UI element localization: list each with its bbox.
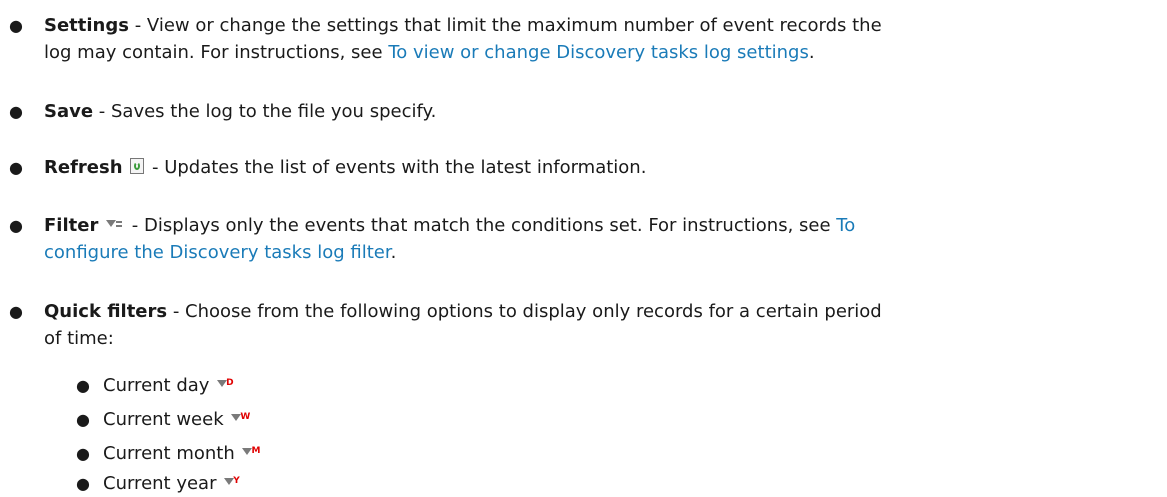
refresh-icon	[130, 158, 145, 174]
term-save: Save	[44, 101, 94, 122]
settings-instructions-text: log may contain. For instructions, see	[44, 42, 389, 63]
filter-icon	[104, 217, 126, 231]
quick-filter-label: Current year	[103, 473, 217, 494]
bullet: ●	[9, 216, 23, 235]
term-quick-filters: Quick filters	[44, 301, 168, 322]
period: .	[390, 242, 397, 263]
term-filter: Filter	[44, 215, 99, 236]
filter-instructions-link-start[interactable]: To	[836, 215, 855, 236]
quick-filters-description: - Choose from the following options to d…	[167, 301, 882, 322]
period: .	[808, 42, 815, 63]
save-description: - Saves the log to the file you specify.	[93, 101, 437, 122]
filter-instructions-link[interactable]: configure the Discovery tasks log filter	[44, 242, 391, 263]
bullet: ●	[76, 444, 90, 463]
quick-filters-description-cont: of time:	[44, 328, 114, 349]
term-refresh: Refresh	[44, 157, 123, 178]
refresh-description: - Updates the list of events with the la…	[146, 157, 647, 178]
term-settings: Settings	[44, 15, 129, 36]
settings-instructions-link[interactable]: To view or change Discovery tasks log se…	[388, 42, 809, 63]
quick-filter-label: Current week	[103, 409, 224, 430]
filter-description: - Displays only the events that match th…	[126, 215, 837, 236]
quick-filter-label: Current day	[103, 375, 210, 396]
quick-filter-week-icon: W	[229, 411, 251, 425]
quick-filter-year-icon: Y	[222, 475, 244, 489]
quick-filter-month-icon: M	[240, 445, 262, 459]
bullet: ●	[9, 16, 23, 35]
bullet: ●	[76, 474, 90, 493]
quick-filter-label: Current month	[103, 443, 235, 464]
bullet: ●	[9, 158, 23, 177]
help-document: ● Settings - View or change the settings…	[0, 0, 1167, 494]
bullet: ●	[76, 410, 90, 429]
bullet: ●	[76, 376, 90, 395]
bullet: ●	[9, 102, 23, 121]
quick-filter-day-icon: D	[215, 377, 237, 391]
settings-description: - View or change the settings that limit…	[128, 15, 882, 36]
bullet: ●	[9, 302, 23, 321]
